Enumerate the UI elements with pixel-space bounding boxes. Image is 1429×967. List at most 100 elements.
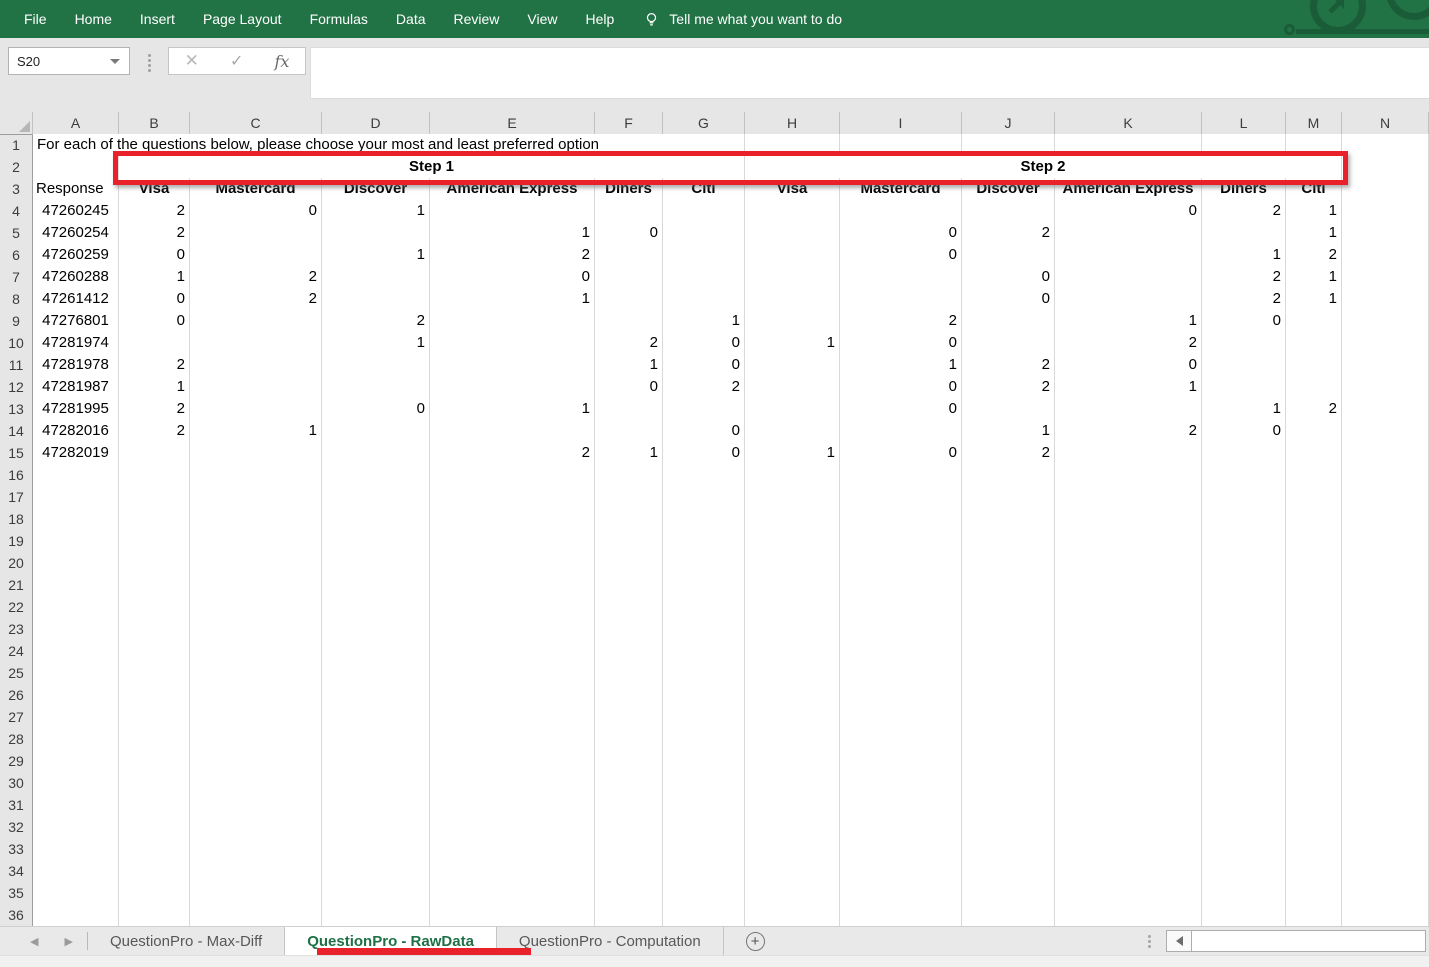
cell-E21[interactable] bbox=[430, 574, 595, 597]
cell-G13[interactable] bbox=[663, 398, 745, 421]
cell-M25[interactable] bbox=[1286, 662, 1342, 685]
row-header-17[interactable]: 17 bbox=[0, 486, 33, 509]
cell-K5[interactable] bbox=[1055, 222, 1202, 245]
row-header-32[interactable]: 32 bbox=[0, 816, 33, 839]
cell-B5[interactable]: 2 bbox=[119, 222, 190, 245]
cell-K34[interactable] bbox=[1055, 860, 1202, 883]
cell-M35[interactable] bbox=[1286, 882, 1342, 905]
cell-B14[interactable]: 2 bbox=[119, 420, 190, 443]
cell-E6[interactable]: 2 bbox=[430, 244, 595, 267]
row-header-8[interactable]: 8 bbox=[0, 288, 33, 311]
cell-M5[interactable]: 1 bbox=[1286, 222, 1342, 245]
cell-F35[interactable] bbox=[595, 882, 663, 905]
cell-N24[interactable] bbox=[1342, 640, 1429, 663]
cell-B8[interactable]: 0 bbox=[119, 288, 190, 311]
cell-L29[interactable] bbox=[1202, 750, 1286, 773]
cell-B33[interactable] bbox=[119, 838, 190, 861]
enter-icon[interactable]: ✓ bbox=[230, 51, 243, 71]
cell-M33[interactable] bbox=[1286, 838, 1342, 861]
cell-N35[interactable] bbox=[1342, 882, 1429, 905]
cell-N8[interactable] bbox=[1342, 288, 1429, 311]
cell-B12[interactable]: 1 bbox=[119, 376, 190, 399]
cell-N11[interactable] bbox=[1342, 354, 1429, 377]
cell-C6[interactable] bbox=[190, 244, 322, 267]
cell-A11[interactable]: 47281978 bbox=[33, 354, 119, 377]
cell-D9[interactable]: 2 bbox=[322, 310, 430, 333]
cell-B29[interactable] bbox=[119, 750, 190, 773]
cell-G10[interactable]: 0 bbox=[663, 332, 745, 355]
cell-D17[interactable] bbox=[322, 486, 430, 509]
row-header-12[interactable]: 12 bbox=[0, 376, 33, 399]
cell-H8[interactable] bbox=[745, 288, 840, 311]
cell-D24[interactable] bbox=[322, 640, 430, 663]
cell-E26[interactable] bbox=[430, 684, 595, 707]
cell-B6[interactable]: 0 bbox=[119, 244, 190, 267]
cell-F21[interactable] bbox=[595, 574, 663, 597]
cell-G16[interactable] bbox=[663, 464, 745, 487]
cell-E27[interactable] bbox=[430, 706, 595, 729]
cell-F17[interactable] bbox=[595, 486, 663, 509]
cell-I3[interactable]: Mastercard bbox=[840, 178, 962, 201]
cell-L6[interactable]: 1 bbox=[1202, 244, 1286, 267]
column-header-A[interactable]: A bbox=[33, 112, 119, 135]
cell-J9[interactable] bbox=[962, 310, 1055, 333]
cell-A3[interactable]: Response bbox=[33, 178, 119, 201]
cell-M18[interactable] bbox=[1286, 508, 1342, 531]
cell-N19[interactable] bbox=[1342, 530, 1429, 553]
cell-L35[interactable] bbox=[1202, 882, 1286, 905]
cell-C21[interactable] bbox=[190, 574, 322, 597]
cell-J1[interactable] bbox=[962, 134, 1055, 157]
cell-D32[interactable] bbox=[322, 816, 430, 839]
cell-C14[interactable]: 1 bbox=[190, 420, 322, 443]
row-header-1[interactable]: 1 bbox=[0, 134, 33, 157]
cell-A32[interactable] bbox=[33, 816, 119, 839]
menu-insert[interactable]: Insert bbox=[126, 0, 189, 38]
cell-F25[interactable] bbox=[595, 662, 663, 685]
cell-C8[interactable]: 2 bbox=[190, 288, 322, 311]
cell-N14[interactable] bbox=[1342, 420, 1429, 443]
cell-G8[interactable] bbox=[663, 288, 745, 311]
cell-J34[interactable] bbox=[962, 860, 1055, 883]
cell-K21[interactable] bbox=[1055, 574, 1202, 597]
cell-G9[interactable]: 1 bbox=[663, 310, 745, 333]
cell-M13[interactable]: 2 bbox=[1286, 398, 1342, 421]
cell-B34[interactable] bbox=[119, 860, 190, 883]
name-box-input[interactable] bbox=[9, 54, 110, 69]
cell-C17[interactable] bbox=[190, 486, 322, 509]
cell-D28[interactable] bbox=[322, 728, 430, 751]
cell-G30[interactable] bbox=[663, 772, 745, 795]
cell-M10[interactable] bbox=[1286, 332, 1342, 355]
tab-scroll-left-icon[interactable]: ◀ bbox=[30, 935, 38, 948]
cell-G27[interactable] bbox=[663, 706, 745, 729]
row-header-11[interactable]: 11 bbox=[0, 354, 33, 377]
cell-B35[interactable] bbox=[119, 882, 190, 905]
cell-A24[interactable] bbox=[33, 640, 119, 663]
cell-K25[interactable] bbox=[1055, 662, 1202, 685]
cell-A10[interactable]: 47281974 bbox=[33, 332, 119, 355]
cell-N15[interactable] bbox=[1342, 442, 1429, 465]
cell-E12[interactable] bbox=[430, 376, 595, 399]
cell-J16[interactable] bbox=[962, 464, 1055, 487]
cell-H26[interactable] bbox=[745, 684, 840, 707]
row-header-23[interactable]: 23 bbox=[0, 618, 33, 641]
cell-M30[interactable] bbox=[1286, 772, 1342, 795]
cell-E9[interactable] bbox=[430, 310, 595, 333]
cell-C10[interactable] bbox=[190, 332, 322, 355]
cell-K8[interactable] bbox=[1055, 288, 1202, 311]
cell-G33[interactable] bbox=[663, 838, 745, 861]
cell-F31[interactable] bbox=[595, 794, 663, 817]
row-header-22[interactable]: 22 bbox=[0, 596, 33, 619]
cell-J30[interactable] bbox=[962, 772, 1055, 795]
cell-D23[interactable] bbox=[322, 618, 430, 641]
cell-M19[interactable] bbox=[1286, 530, 1342, 553]
cell-C29[interactable] bbox=[190, 750, 322, 773]
cell-F36[interactable] bbox=[595, 904, 663, 927]
cell-G22[interactable] bbox=[663, 596, 745, 619]
tab-questionpro-rawdata[interactable]: QuestionPro - RawData bbox=[285, 927, 497, 955]
menu-data[interactable]: Data bbox=[382, 0, 440, 38]
cell-F32[interactable] bbox=[595, 816, 663, 839]
cell-I17[interactable] bbox=[840, 486, 962, 509]
row-header-24[interactable]: 24 bbox=[0, 640, 33, 663]
cell-L11[interactable] bbox=[1202, 354, 1286, 377]
cell-N16[interactable] bbox=[1342, 464, 1429, 487]
